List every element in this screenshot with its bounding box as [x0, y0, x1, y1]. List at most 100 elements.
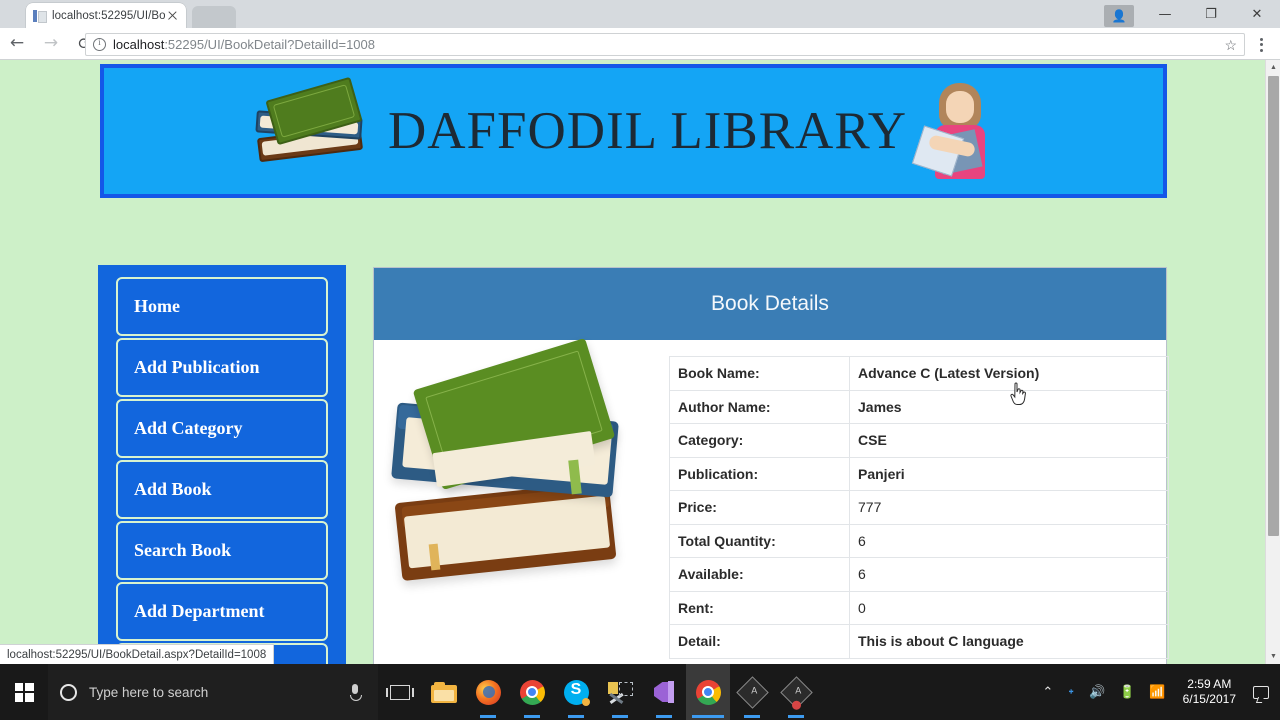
sidebar-item-add-book[interactable]: Add Book [116, 460, 328, 519]
arrow-left-icon: ← [9, 33, 25, 53]
sql-server-tool-icon [608, 681, 633, 703]
firefox-icon [475, 679, 501, 705]
sidebar-nav: Home Add Publication Add Category Add Bo… [98, 265, 346, 664]
browser-menu-button[interactable] [1250, 33, 1272, 56]
maximize-button[interactable]: ❐ [1188, 0, 1234, 28]
minimize-button[interactable]: — [1142, 0, 1188, 28]
scroll-down-icon[interactable]: ▼ [1266, 649, 1280, 664]
sidebar-item-label: Home [134, 296, 180, 316]
bookmark-star-icon[interactable]: ☆ [1224, 38, 1237, 52]
minimize-icon: — [1158, 6, 1172, 22]
profile-button[interactable]: 👤 [1096, 0, 1142, 28]
sidebar-item-label: Add Publication [134, 357, 260, 377]
microphone-icon[interactable] [348, 683, 362, 701]
sidebar-item-label: Add Department [134, 601, 265, 621]
visual-studio-code-icon [652, 680, 676, 704]
row-value: 0 [849, 590, 1169, 625]
row-label: Rent: [669, 590, 850, 625]
taskbar-app-gray-1[interactable]: A [730, 664, 774, 720]
table-row: Available: 6 [669, 557, 1169, 592]
search-placeholder: Type here to search [89, 684, 209, 700]
volume-icon: 🔊 [1089, 684, 1106, 700]
row-value: Advance C (Latest Version) [849, 356, 1169, 391]
taskbar-app-firefox[interactable] [466, 664, 510, 720]
row-label: Available: [669, 557, 850, 592]
forward-button[interactable]: → [34, 28, 68, 60]
tab-title: localhost:52295/UI/Book [52, 9, 165, 22]
row-value: This is about C language [849, 624, 1169, 659]
panel-body: Book Name: Advance C (Latest Version) Au… [374, 337, 1169, 664]
girl-reading-icon [911, 81, 1005, 181]
sidebar-item-label: Add Category [134, 418, 243, 438]
taskbar-app-chrome[interactable] [510, 664, 554, 720]
clock[interactable]: 2:59 AM 6/15/2017 [1173, 664, 1246, 720]
chrome-icon [519, 679, 545, 705]
tab-strip: localhost:52295/UI/Book 👤 — ❐ ✕ [0, 0, 1280, 28]
search-input[interactable]: Type here to search [48, 664, 378, 720]
scrollbar-thumb[interactable] [1268, 76, 1279, 536]
sidebar-item-add-publication[interactable]: Add Publication [116, 338, 328, 397]
info-icon[interactable] [93, 37, 106, 51]
start-button[interactable] [0, 664, 48, 720]
file-explorer-icon [431, 681, 457, 703]
page-scrollbar[interactable]: ▲ ▼ [1265, 60, 1280, 664]
scroll-up-icon[interactable]: ▲ [1266, 60, 1280, 75]
table-row: Author Name: James [669, 389, 1169, 424]
close-window-button[interactable]: ✕ [1234, 0, 1280, 28]
battery-button[interactable]: 🔋 [1112, 664, 1142, 720]
bluetooth-button[interactable]: ᛭ [1060, 664, 1082, 720]
taskbar-apps: A A [422, 664, 818, 720]
windows-logo-icon [14, 682, 34, 702]
site-banner: DAFFODIL LIBRARY [100, 64, 1167, 198]
panel-header: Book Details [374, 268, 1166, 340]
url-text: localhost:52295/UI/BookDetail?DetailId=1… [113, 37, 1218, 52]
table-row: Book Name: Advance C (Latest Version) [669, 356, 1169, 391]
book-details-panel: Book Details Book Name: Advance C (Lates… [373, 267, 1169, 664]
battery-icon: 🔋 [1119, 684, 1136, 700]
taskbar-app-skype[interactable] [554, 664, 598, 720]
new-tab-button[interactable] [192, 6, 236, 28]
clock-time: 2:59 AM [1187, 677, 1232, 691]
row-value: Panjeri [849, 456, 1169, 491]
app-icon: A [779, 675, 813, 709]
back-button[interactable]: ← [0, 28, 34, 60]
sidebar-item-label: Add Book [134, 479, 212, 499]
table-row: Total Quantity: 6 [669, 523, 1169, 558]
address-bar[interactable]: localhost:52295/UI/BookDetail?DetailId=1… [85, 33, 1245, 56]
taskbar-app-vscode[interactable] [642, 664, 686, 720]
action-center-button[interactable] [1246, 664, 1276, 720]
close-icon[interactable] [165, 8, 180, 23]
site-title: DAFFODIL LIBRARY [387, 102, 908, 160]
row-label: Total Quantity: [669, 523, 850, 558]
row-label: Detail: [669, 624, 850, 659]
system-tray: ⌃ ᛭ 🔊 🔋 📶 2:59 AM 6/15/2017 [1035, 664, 1280, 720]
taskbar-app-file-explorer[interactable] [422, 664, 466, 720]
notification-icon [1253, 685, 1269, 699]
taskbar-app-gray-2[interactable]: A [774, 664, 818, 720]
sidebar-item-home[interactable]: Home [116, 277, 328, 336]
browser-tab[interactable]: localhost:52295/UI/Book [26, 3, 186, 28]
wifi-icon: 📶 [1149, 684, 1166, 700]
row-value: 6 [849, 523, 1169, 558]
window-controls: 👤 — ❐ ✕ [1096, 0, 1280, 28]
app-icon: A [735, 675, 769, 709]
row-label: Author Name: [669, 389, 850, 424]
url-path: :52295/UI/BookDetail?DetailId=1008 [164, 37, 375, 52]
sidebar-item-add-category[interactable]: Add Category [116, 399, 328, 458]
chrome-icon [695, 679, 721, 705]
taskbar-app-chrome-active[interactable] [686, 664, 730, 720]
sidebar-item-search-book[interactable]: Search Book [116, 521, 328, 580]
skype-icon [563, 679, 590, 706]
row-label: Price: [669, 490, 850, 525]
url-host: localhost [113, 37, 165, 52]
task-view-button[interactable] [378, 664, 422, 720]
sidebar-item-add-department[interactable]: Add Department [116, 582, 328, 641]
volume-button[interactable]: 🔊 [1082, 664, 1112, 720]
row-label: Publication: [669, 456, 850, 491]
taskbar-app-sql-tool[interactable] [598, 664, 642, 720]
row-value: James [849, 389, 1169, 424]
show-hidden-icons-button[interactable]: ⌃ [1035, 664, 1060, 720]
cortana-search-icon [60, 683, 77, 701]
network-button[interactable]: 📶 [1142, 664, 1172, 720]
book-details-table: Book Name: Advance C (Latest Version) Au… [669, 356, 1169, 659]
